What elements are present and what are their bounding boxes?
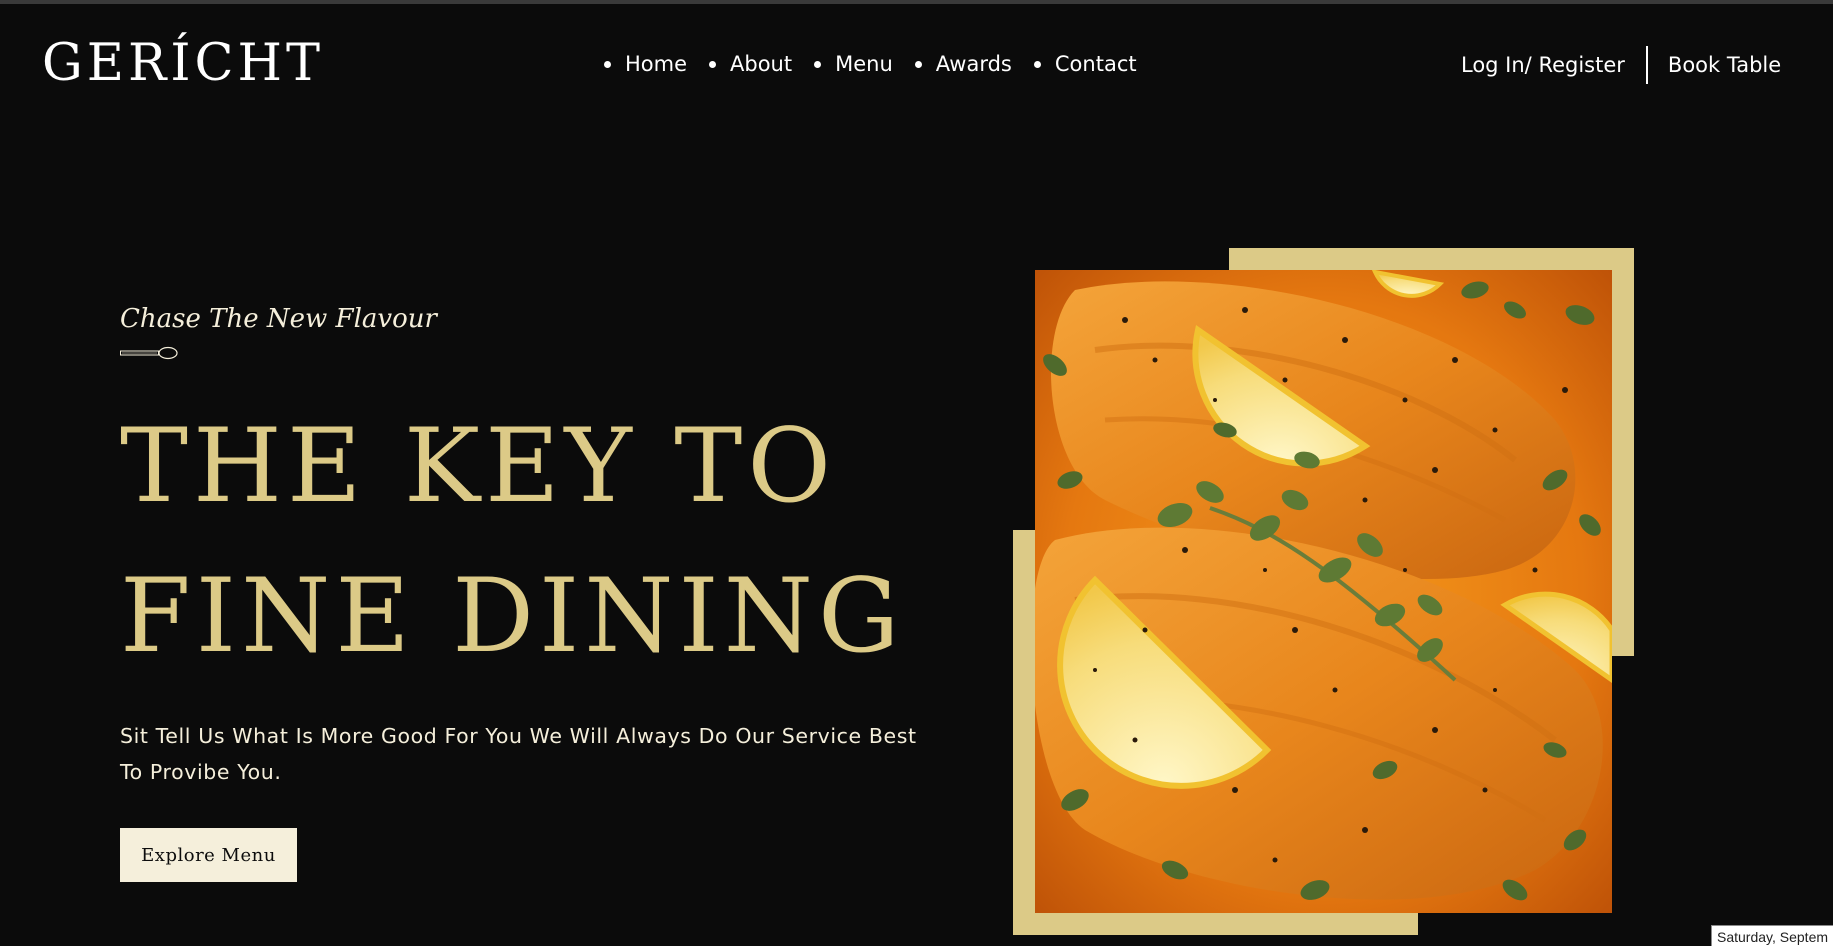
main-navigation: Home About Menu Awards Contact xyxy=(604,50,1159,78)
nav-item-label: About xyxy=(730,52,793,76)
landing-page: GERÍCHT Home About Menu Awards Contact L… xyxy=(0,0,1833,946)
nav-item-label: Contact xyxy=(1054,52,1137,76)
hero-headline: THE KEY TO FINE DINING xyxy=(120,392,905,692)
nav-actions: Log In/ Register Book Table xyxy=(1461,46,1781,84)
nav-item-about[interactable]: About xyxy=(709,50,792,78)
headline-line-2: FINE DINING xyxy=(120,557,905,676)
bullet-dot-icon xyxy=(1033,60,1041,68)
headline-line-1: THE KEY TO xyxy=(120,407,836,526)
nav-item-home[interactable]: Home xyxy=(604,50,687,78)
bullet-dot-icon xyxy=(814,60,822,68)
nav-item-label: Awards xyxy=(935,52,1012,76)
hero-food-image xyxy=(1035,270,1612,913)
spoon-icon xyxy=(120,346,178,360)
book-table-link[interactable]: Book Table xyxy=(1668,51,1781,79)
salmon-illustration xyxy=(1035,270,1612,913)
bullet-dot-icon xyxy=(709,60,717,68)
nav-divider xyxy=(1645,46,1648,84)
login-register-link[interactable]: Log In/ Register xyxy=(1461,51,1625,79)
brand-logo[interactable]: GERÍCHT xyxy=(42,32,324,96)
hero-subtitle: Chase The New Flavour xyxy=(120,304,437,334)
explore-menu-button[interactable]: Explore Menu xyxy=(120,828,297,882)
nav-item-label: Home xyxy=(625,52,688,76)
nav-item-awards[interactable]: Awards xyxy=(914,50,1012,78)
bullet-dot-icon xyxy=(604,60,611,68)
nav-item-label: Menu xyxy=(835,52,893,76)
hero-description: Sit Tell Us What Is More Good For You We… xyxy=(120,724,917,784)
bullet-dot-icon xyxy=(914,60,922,68)
nav-item-menu[interactable]: Menu xyxy=(814,50,893,78)
date-tooltip: Saturday, Septem xyxy=(1711,925,1833,946)
nav-item-contact[interactable]: Contact xyxy=(1033,50,1137,78)
